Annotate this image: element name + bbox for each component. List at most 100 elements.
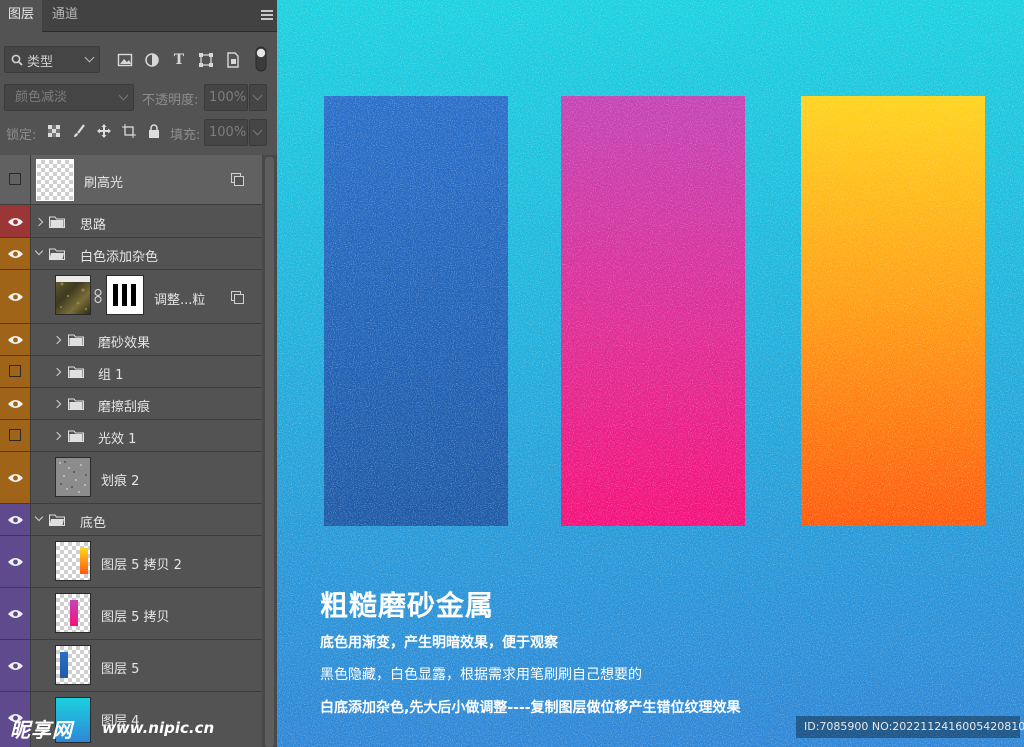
expand-arrow-icon[interactable]: [34, 217, 44, 227]
layer-name: 磨砂效果: [98, 336, 151, 351]
scrollbar-thumb[interactable]: [265, 157, 274, 747]
eye-icon[interactable]: [7, 217, 24, 227]
layer-name: 磨擦刮痕: [98, 400, 151, 415]
lock-artboard-icon[interactable]: [122, 124, 138, 140]
opacity-label: 不透明度:: [142, 93, 199, 108]
fill-dropdown-button[interactable]: [249, 119, 267, 146]
layer-name: 光效 1: [98, 432, 137, 447]
layer-row-base-color-group[interactable]: 底色: [0, 504, 262, 536]
search-icon: [11, 54, 23, 66]
visibility-column: [0, 640, 31, 691]
eye-icon[interactable]: [7, 249, 24, 259]
layer-name: 白色添加杂色: [80, 250, 159, 265]
eye-icon[interactable]: [7, 399, 24, 409]
image-filter-icon[interactable]: [117, 52, 133, 68]
panel-menu-icon[interactable]: [261, 10, 273, 20]
tab-layers[interactable]: 图层: [0, 0, 43, 32]
layer-row-friction-scratch-group[interactable]: 磨擦刮痕: [0, 388, 262, 420]
panel-tab-bar: 图层 通道: [0, 0, 277, 32]
shape-filter-icon[interactable]: [198, 52, 214, 68]
visibility-column: [0, 238, 31, 269]
expand-arrow-icon[interactable]: [52, 367, 62, 377]
watermark-logo: 昵享网: [10, 718, 73, 742]
canvas-description-line-2: 黑色隐藏，白色显露，根据需求用笔刷刷自己想要的: [320, 667, 642, 683]
visibility-column: [0, 206, 31, 237]
type-filter-icon[interactable]: T: [171, 52, 187, 68]
expand-arrow-icon[interactable]: [52, 399, 62, 409]
watermark-url: www.nipic.cn: [102, 719, 215, 737]
eye-icon[interactable]: [7, 661, 24, 671]
layer-name: 思路: [80, 218, 107, 233]
blend-mode-value: 颜色减淡: [15, 90, 68, 105]
layer-name: 图层 5: [101, 662, 140, 677]
eye-icon[interactable]: [7, 609, 24, 619]
layer-thumbnail-blue: [55, 645, 91, 685]
collapse-arrow-icon[interactable]: [34, 512, 44, 522]
eye-icon[interactable]: [7, 515, 24, 525]
layer-thumbnail-orange: [55, 541, 91, 581]
eye-icon[interactable]: [7, 473, 24, 483]
canvas-description-line-1: 底色用渐变，产生明暗效果，便于观察: [320, 635, 558, 651]
visibility-column: [0, 504, 31, 535]
layer-name: 组 1: [98, 368, 124, 383]
layer-row-layer5-copy2[interactable]: 图层 5 拷贝 2: [0, 536, 262, 588]
eye-icon[interactable]: [7, 557, 24, 567]
mask-link-icon[interactable]: [94, 289, 102, 303]
layer-mask-thumbnail[interactable]: [106, 275, 144, 315]
folder-icon: [68, 430, 84, 442]
layer-row-layer5[interactable]: 图层 5: [0, 640, 262, 692]
folder-open-icon: [49, 514, 65, 526]
chevron-down-icon: [84, 52, 95, 63]
adjustment-filter-icon[interactable]: [144, 52, 160, 68]
visibility-toggle-empty[interactable]: [9, 429, 21, 441]
layer-row-scratch-2[interactable]: 划痕 2: [0, 452, 262, 504]
visibility-column: [0, 155, 31, 204]
collapse-arrow-icon[interactable]: [34, 246, 44, 256]
layer-thumbnail-pink: [55, 593, 91, 633]
visibility-column: [0, 452, 31, 503]
layer-row-frosted-group[interactable]: 磨砂效果: [0, 324, 262, 356]
layer-name: 调整...粒: [154, 293, 206, 308]
layer-name: 图层 5 拷贝 2: [101, 558, 182, 573]
filter-toggle-switch[interactable]: [255, 46, 267, 72]
lock-all-icon[interactable]: [147, 124, 163, 140]
tab-channels[interactable]: 通道: [44, 0, 86, 32]
lock-pixels-brush-icon[interactable]: [72, 124, 88, 140]
opacity-input[interactable]: 100%: [204, 84, 248, 111]
document-canvas[interactable]: 粗糙磨砂金属 底色用渐变，产生明暗效果，便于观察 黑色隐藏，白色显露，根据需求用…: [277, 0, 1024, 747]
expand-arrow-icon[interactable]: [52, 431, 62, 441]
folder-icon: [68, 398, 84, 410]
chevron-down-icon: [252, 90, 263, 101]
blend-mode-select[interactable]: 颜色减淡: [4, 84, 134, 111]
expand-arrow-icon[interactable]: [52, 335, 62, 345]
visibility-toggle-empty[interactable]: [9, 173, 21, 185]
opacity-dropdown-button[interactable]: [249, 84, 267, 111]
layer-row-light-effect-group[interactable]: 光效 1: [0, 420, 262, 452]
layers-panel: 图层 通道 类型 T 颜色减淡 不透明度: 100% 锁定: 填充: 100% …: [0, 0, 277, 747]
layer-thumbnail-texture: [55, 275, 91, 315]
lock-position-move-icon[interactable]: [97, 124, 113, 140]
smart-object-filter-icon[interactable]: [225, 52, 241, 68]
filter-kind-label: 类型: [27, 55, 54, 70]
lock-transparent-icon[interactable]: [47, 124, 63, 140]
visibility-toggle-empty[interactable]: [9, 365, 21, 377]
eye-icon[interactable]: [7, 335, 24, 345]
filter-kind-select[interactable]: 类型: [4, 46, 100, 73]
layer-name: 划痕 2: [101, 474, 140, 489]
smart-object-icon: [231, 291, 244, 304]
layer-name: 底色: [80, 516, 107, 531]
fill-label: 填充:: [170, 128, 201, 143]
visibility-column: [0, 356, 31, 387]
visibility-column: [0, 588, 31, 639]
layer-row-adjustment-grain[interactable]: 调整...粒: [0, 270, 262, 324]
eye-icon[interactable]: [7, 292, 24, 302]
layer-row-highlight-brush[interactable]: 刷高光: [0, 155, 262, 205]
layer-thumbnail-transparent: [36, 159, 74, 201]
smart-object-icon: [231, 173, 244, 186]
layer-row-ideas-group[interactable]: 思路: [0, 206, 262, 238]
layers-scrollbar[interactable]: [262, 155, 277, 747]
layer-row-white-noise-group[interactable]: 白色添加杂色: [0, 238, 262, 270]
layer-row-layer5-copy[interactable]: 图层 5 拷贝: [0, 588, 262, 640]
layer-row-group-1[interactable]: 组 1: [0, 356, 262, 388]
fill-input[interactable]: 100%: [204, 119, 248, 146]
